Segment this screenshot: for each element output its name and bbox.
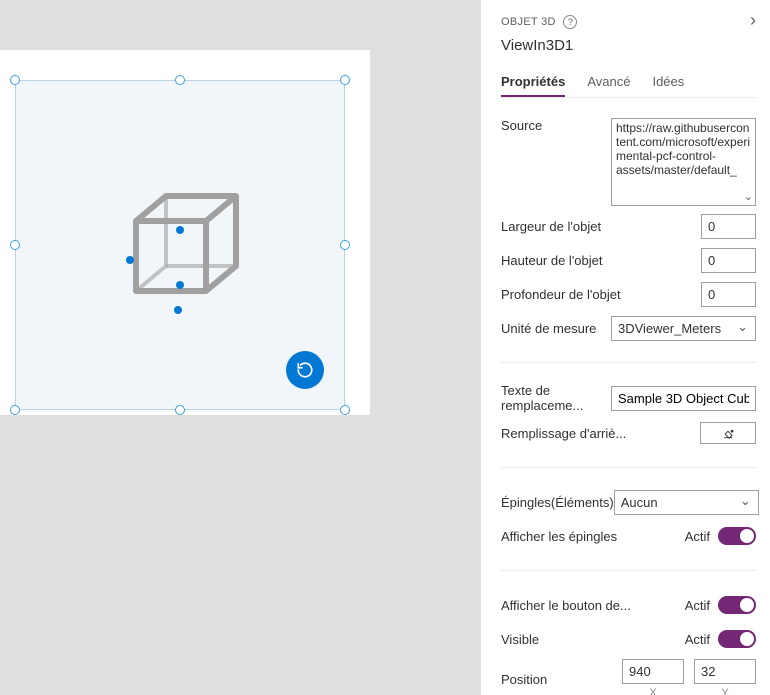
- resize-handle-tm[interactable]: [175, 75, 185, 85]
- resize-handle-bm[interactable]: [175, 405, 185, 415]
- resize-handle-br[interactable]: [340, 405, 350, 415]
- unit-select[interactable]: [611, 316, 756, 341]
- reset-view-button[interactable]: [286, 351, 324, 389]
- pins-select[interactable]: [614, 490, 759, 515]
- source-label: Source: [501, 118, 611, 133]
- resize-handle-ml[interactable]: [10, 240, 20, 250]
- show-button-label: Afficher le bouton de...: [501, 598, 685, 613]
- show-pins-toggle[interactable]: [718, 527, 756, 545]
- chevron-right-icon[interactable]: ›: [750, 10, 756, 31]
- background-fill-label: Remplissage d'arriè...: [501, 426, 700, 441]
- visible-status: Actif: [685, 632, 710, 647]
- unit-label: Unité de mesure: [501, 321, 611, 336]
- paint-bucket-icon: [721, 426, 735, 440]
- object-depth-label: Profondeur de l'objet: [501, 287, 701, 302]
- tab-ideas[interactable]: Idées: [652, 68, 684, 97]
- alt-text-input[interactable]: [611, 386, 756, 411]
- canvas-stage[interactable]: [0, 50, 370, 415]
- resize-handle-bl[interactable]: [10, 405, 20, 415]
- object-width-input[interactable]: [701, 214, 756, 239]
- object-name: ViewIn3D1: [501, 37, 756, 54]
- position-y-input[interactable]: [694, 659, 756, 684]
- pin-dot: [174, 306, 182, 314]
- pin-dot: [176, 281, 184, 289]
- pin-dot: [126, 256, 134, 264]
- selection-box[interactable]: [15, 80, 345, 410]
- reset-icon: [296, 361, 314, 379]
- show-pins-label: Afficher les épingles: [501, 529, 685, 544]
- canvas-area: [0, 0, 480, 695]
- alt-text-label: Texte de remplaceme...: [501, 383, 611, 413]
- visible-label: Visible: [501, 632, 685, 647]
- tab-bar: Propriétés Avancé Idées: [501, 68, 756, 98]
- chevron-down-icon[interactable]: ⌄: [744, 190, 753, 203]
- position-x-input[interactable]: [622, 659, 684, 684]
- show-button-status: Actif: [685, 598, 710, 613]
- tab-advanced[interactable]: Avancé: [587, 68, 630, 97]
- position-x-sublabel: X: [649, 687, 656, 695]
- show-button-toggle[interactable]: [718, 596, 756, 614]
- object-depth-input[interactable]: [701, 282, 756, 307]
- tab-properties[interactable]: Propriétés: [501, 68, 565, 97]
- pin-dot: [176, 226, 184, 234]
- position-label: Position: [501, 672, 622, 687]
- resize-handle-mr[interactable]: [340, 240, 350, 250]
- background-color-picker[interactable]: [700, 422, 756, 444]
- object-type-label: OBJET 3D: [501, 16, 556, 28]
- show-pins-status: Actif: [685, 529, 710, 544]
- object-width-label: Largeur de l'objet: [501, 219, 701, 234]
- position-y-sublabel: Y: [721, 687, 728, 695]
- source-input[interactable]: https://raw.githubusercontent.com/micros…: [611, 118, 756, 206]
- pins-label: Épingles(Éléments): [501, 495, 614, 510]
- cube-icon: [116, 181, 246, 311]
- object-height-input[interactable]: [701, 248, 756, 273]
- properties-panel: OBJET 3D ? › ViewIn3D1 Propriétés Avancé…: [480, 0, 770, 695]
- source-value: https://raw.githubusercontent.com/micros…: [616, 121, 750, 177]
- resize-handle-tr[interactable]: [340, 75, 350, 85]
- help-icon[interactable]: ?: [563, 15, 577, 29]
- visible-toggle[interactable]: [718, 630, 756, 648]
- object-height-label: Hauteur de l'objet: [501, 253, 701, 268]
- resize-handle-tl[interactable]: [10, 75, 20, 85]
